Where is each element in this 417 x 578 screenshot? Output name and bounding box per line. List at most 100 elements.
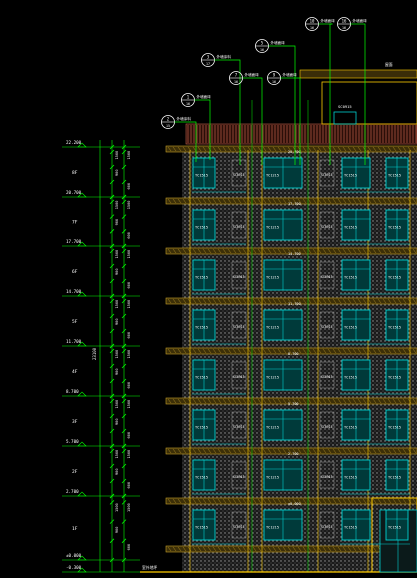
level-text: 5.700	[66, 439, 79, 444]
dimension-text: 1500	[127, 400, 131, 409]
window-left-label: TC1515	[195, 226, 208, 230]
panel-label: SC0915	[321, 425, 333, 429]
level-text: 8.700	[66, 389, 79, 394]
dimension-text: 1500	[127, 350, 131, 359]
dimension-text: 600	[127, 332, 131, 339]
dimension-text: 1500	[127, 450, 131, 459]
panel-label: SC0915	[321, 475, 333, 479]
window-center-label: TC1215	[266, 476, 279, 480]
vertical-dimension-chain: 1500 900 1500 600 1500 900 1500 600 1500 900 1500 6…	[92, 140, 131, 572]
penthouse-roof-slab	[299, 69, 417, 79]
dimension-text: 1500	[115, 450, 119, 459]
panel-label: SC0915	[321, 225, 333, 229]
callout-sheet: 16	[342, 26, 346, 30]
dimension-total-text: 23100	[92, 347, 97, 360]
floor-label: 1F	[72, 526, 78, 532]
dimension-text: 1500	[127, 151, 131, 160]
level-marker	[77, 441, 87, 447]
dimension-text: 1500	[115, 201, 119, 210]
dimension-text: 600	[127, 183, 131, 190]
window-center-label: TC1215	[266, 376, 279, 380]
window-center-label: TC1215	[266, 174, 279, 178]
callout-number: 16	[342, 19, 347, 24]
floor-label: 7F	[72, 220, 78, 226]
penthouse-window	[333, 111, 357, 125]
panel-label: SC0915	[321, 325, 333, 329]
dimension-text: 900	[115, 527, 119, 534]
level-text: ±0.000	[66, 553, 82, 558]
dimension-text: 900	[115, 369, 119, 376]
callout-label: 外墙面砖	[245, 72, 260, 77]
dimension-text: 900	[115, 170, 119, 177]
panel-label: SC0915	[321, 375, 333, 379]
window-left-label: TC1515	[195, 476, 208, 480]
callout-sheet: 16	[272, 80, 276, 84]
callout-sheet: 16	[260, 48, 264, 52]
panel-label: SC0915	[233, 173, 245, 177]
dimension-text: 1500	[115, 350, 119, 359]
window-far-right-label: TC1515	[388, 226, 401, 230]
floor-label: 4F	[72, 369, 78, 375]
window-right-label: TC1515	[344, 226, 357, 230]
callout-label: 外墙面砖	[353, 18, 368, 23]
callout-label: 外墙面砖	[283, 72, 298, 77]
dimension-text: 600	[127, 282, 131, 289]
window-right-label: TC1515	[344, 526, 357, 530]
window-center-label: TC1215	[266, 426, 279, 430]
dimension-text: 1500	[127, 503, 131, 512]
callout-label: 外墙面砖	[271, 40, 286, 45]
window-right-label: TC1515	[344, 476, 357, 480]
window-left-label: TC1515	[195, 326, 208, 330]
window-left-label: TC1515	[195, 174, 208, 178]
level-text: 2.700	[66, 489, 79, 494]
dimension-text: 1500	[115, 503, 119, 512]
window-right-label: TC1515	[344, 426, 357, 430]
window-far-right-label: TC1515	[388, 526, 401, 530]
panel-label: SC0915	[233, 525, 245, 529]
window-far-right-label: TC1515	[388, 426, 401, 430]
panel-label: SC0915	[233, 375, 245, 379]
window-far-right-label: TC1515	[388, 476, 401, 480]
floor-level-text: 14.700	[288, 252, 301, 256]
panel-label: SC0915	[233, 275, 245, 279]
callout-sheet: 16	[186, 102, 190, 106]
dimension-text: 600	[127, 544, 131, 551]
dimension-text: 900	[115, 319, 119, 326]
dimension-text: 1500	[127, 250, 131, 259]
callout-number: 3	[207, 55, 210, 60]
floor-label: 2F	[72, 469, 78, 475]
level-text: 20.700	[66, 190, 82, 195]
panel-label: SC0915	[233, 225, 245, 229]
dimension-text: 600	[127, 482, 131, 489]
panel-label: SC0915	[321, 275, 333, 279]
floor-level-text: 2.700	[288, 452, 299, 456]
building-elevation-drawing: 22.200 20.700 17.700 14.700 11.700 8.700 5.700…	[62, 17, 417, 573]
callout-number: 1	[187, 95, 190, 100]
window-far-right-label: TC1515	[388, 276, 401, 280]
dimension-text: 1500	[115, 300, 119, 309]
window-right-label: TC1515	[344, 326, 357, 330]
window-left-label: TC1515	[195, 526, 208, 530]
window-center-label: TC1215	[266, 326, 279, 330]
callout-label: 外墙涂料	[217, 54, 232, 59]
callout-sheet: 16	[234, 80, 238, 84]
window-right-label: TC1515	[344, 276, 357, 280]
dimension-text: 1500	[115, 250, 119, 259]
window-left-label: TC1515	[195, 426, 208, 430]
callout-sheet: 17	[206, 62, 210, 66]
dimension-text: 900	[115, 269, 119, 276]
callout-label: 外墙涂料	[177, 116, 192, 121]
level-marker	[77, 391, 87, 397]
floor-level-text: 17.700	[288, 202, 301, 206]
roof-label: 屋面	[385, 62, 393, 67]
panel-label: SC0915	[233, 475, 245, 479]
dimension-text: 900	[115, 419, 119, 426]
level-text: 17.700	[66, 239, 82, 244]
level-text: 22.200	[66, 140, 82, 145]
dimension-text: 600	[127, 232, 131, 239]
panel-label: SC0915	[321, 173, 333, 177]
dimension-text: 1500	[127, 201, 131, 210]
level-text: 11.700	[66, 339, 82, 344]
window-far-right-label: TC1515	[388, 376, 401, 380]
callout-number: 5	[261, 41, 264, 46]
